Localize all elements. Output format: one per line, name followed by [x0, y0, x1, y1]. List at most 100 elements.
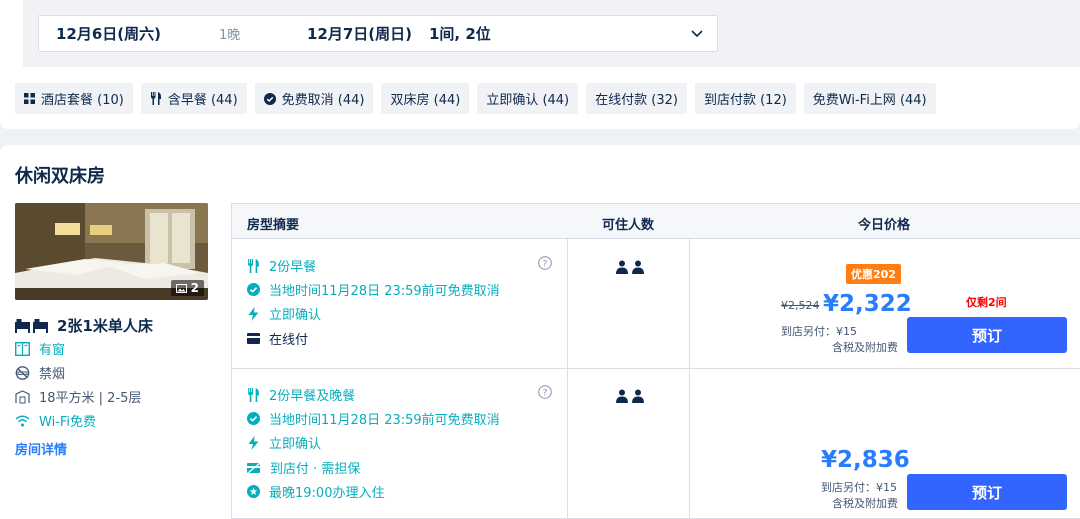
- feature-label: 禁烟: [39, 367, 66, 382]
- room-photo[interactable]: 2: [15, 203, 208, 300]
- filter-label: 酒店套餐 (10): [41, 93, 124, 108]
- check-circle-icon: [247, 283, 260, 296]
- feature-label: 18平方米 | 2-5层: [39, 391, 142, 406]
- image-icon: [175, 283, 187, 293]
- chevron-down-icon[interactable]: [689, 25, 705, 41]
- photo-count-badge: 2: [170, 280, 204, 296]
- filter-twin-room[interactable]: 双床房 (44): [381, 83, 470, 114]
- grid-icon: [24, 93, 35, 104]
- table-row: 2份早餐 ? 当地时间11月28日 23:59前可免费取消 立即确认 在线付 优…: [232, 239, 1080, 369]
- cutlery-icon: [150, 92, 161, 105]
- table-row: 2份早餐及晚餐 ? 当地时间11月28日 23:59前可免费取消 立即确认 到店…: [232, 369, 1080, 519]
- two-person-icon: [616, 260, 644, 274]
- card-guarantee-icon: [247, 462, 261, 473]
- room-details-link[interactable]: 房间详情: [15, 439, 67, 458]
- book-button[interactable]: 预订: [907, 317, 1067, 353]
- room-card: 休闲双床房 2 2张1米单人床 有窗 禁烟 18平方米 | 2-5层 Wi-Fi…: [0, 145, 1080, 519]
- check-circle-icon: [247, 412, 260, 425]
- filter-package[interactable]: 酒店套餐 (10): [15, 83, 133, 114]
- column-divider: [689, 239, 690, 518]
- room-title: 休闲双床房: [15, 166, 105, 187]
- table-header: 房型摘要 可住人数 今日价格: [232, 204, 1080, 239]
- filter-label: 免费取消 (44): [281, 93, 365, 108]
- column-divider: [567, 239, 568, 518]
- search-panel: 12月6日(周六) 1晚 12月7日(周日) 1间, 2位 酒店套餐 (10) …: [0, 0, 1080, 129]
- tax-note: 含税及附加费: [832, 497, 898, 510]
- help-icon[interactable]: ?: [538, 256, 552, 270]
- feature-label: Wi-Fi免费: [39, 415, 97, 430]
- date-guest-selector[interactable]: 12月6日(周六) 1晚 12月7日(周日) 1间, 2位: [38, 15, 718, 52]
- inclusion-label: 最晚19:00办理入住: [269, 486, 385, 501]
- filter-pay-at-hotel[interactable]: 到店付款 (12): [694, 83, 796, 114]
- pay-at-hotel-fee: 到店另付：¥15: [821, 481, 897, 494]
- discount-badge: 优惠202: [846, 264, 901, 284]
- filter-bar: 酒店套餐 (10) 含早餐 (44) 免费取消 (44) 双床房 (44) 立即…: [15, 83, 936, 114]
- filter-label: 双床房 (44): [390, 93, 461, 108]
- inclusion-label: 2份早餐: [269, 260, 317, 275]
- inclusion-label: 立即确认: [269, 308, 322, 323]
- filter-breakfast[interactable]: 含早餐 (44): [140, 83, 247, 114]
- inclusion-label: 当地时间11月28日 23:59前可免费取消: [269, 413, 500, 428]
- filter-label: 在线付款 (32): [595, 93, 678, 108]
- tax-note: 含税及附加费: [832, 341, 898, 354]
- feature-window: 有窗: [15, 339, 65, 358]
- two-person-icon: [616, 389, 644, 403]
- svg-text:?: ?: [543, 260, 548, 270]
- original-price: ¥2,524: [781, 299, 820, 312]
- filter-pay-online[interactable]: 在线付款 (32): [586, 83, 687, 114]
- rooms-left: 仅剩2间: [966, 296, 1007, 309]
- wifi-icon: [15, 415, 30, 426]
- inclusion-free-cancel[interactable]: 当地时间11月28日 23:59前可免费取消: [247, 280, 500, 299]
- photo-count: 2: [190, 281, 199, 295]
- lightning-icon: [248, 435, 259, 450]
- pay-at-hotel-fee: 到店另付：¥15: [781, 325, 857, 338]
- filter-free-wifi[interactable]: 免费Wi-Fi上网 (44): [803, 83, 936, 114]
- help-icon[interactable]: ?: [538, 385, 552, 399]
- inclusion-label: 在线付: [269, 333, 309, 348]
- no-smoking-icon: [15, 365, 30, 380]
- inclusion-pay-online: 在线付: [247, 329, 308, 348]
- cutlery-icon: [248, 387, 259, 402]
- svg-text:?: ?: [543, 389, 548, 399]
- current-price: ¥2,836: [821, 447, 910, 473]
- filter-instant-confirm[interactable]: 立即确认 (44): [477, 83, 579, 114]
- rooms-guests[interactable]: 1间, 2位: [429, 23, 491, 44]
- filter-label: 含早餐 (44): [167, 93, 238, 108]
- header-occupancy: 可住人数: [602, 218, 655, 233]
- filter-label: 免费Wi-Fi上网 (44): [812, 93, 927, 108]
- nights-count: 1晚: [219, 28, 241, 43]
- feature-label: 有窗: [39, 343, 66, 358]
- inclusion-label: 到店付 · 需担保: [270, 462, 361, 477]
- header-price: 今日价格: [858, 218, 911, 233]
- inclusion-label: 2份早餐及晚餐: [269, 389, 356, 404]
- twin-bed-icon: [15, 318, 48, 333]
- book-button[interactable]: 预订: [907, 474, 1067, 510]
- star-circle-icon: [247, 485, 260, 498]
- inclusion-free-cancel[interactable]: 当地时间11月28日 23:59前可免费取消: [247, 409, 500, 428]
- card-icon: [247, 333, 260, 344]
- bed-label: 2张1米单人床: [57, 317, 153, 335]
- filter-label: 立即确认 (44): [486, 93, 570, 108]
- room-size-icon: [15, 389, 30, 403]
- inclusion-label: 当地时间11月28日 23:59前可免费取消: [269, 284, 500, 299]
- current-price: ¥2,322: [823, 291, 912, 317]
- inclusion-breakfast-dinner: 2份早餐及晚餐: [247, 385, 355, 404]
- check-circle-icon: [263, 92, 276, 105]
- inclusion-label: 立即确认: [269, 437, 322, 452]
- checkout-date[interactable]: 12月7日(周日): [307, 23, 412, 44]
- filter-label: 到店付款 (12): [703, 93, 787, 108]
- inclusion-checkin-time: 最晚19:00办理入住: [247, 482, 384, 501]
- window-icon: [15, 341, 30, 356]
- feature-size-floor: 18平方米 | 2-5层: [15, 387, 141, 406]
- feature-nosmoking: 禁烟: [15, 363, 65, 382]
- cutlery-icon: [248, 258, 259, 273]
- bed-type: 2张1米单人床: [15, 315, 153, 336]
- header-summary: 房型摘要: [247, 218, 300, 233]
- inclusion-instant-confirm: 立即确认: [247, 304, 321, 323]
- lightning-icon: [248, 306, 259, 321]
- rate-table: 房型摘要 可住人数 今日价格 2份早餐 ? 当地时间11月28日 23:59前可…: [231, 203, 1080, 519]
- inclusion-instant-confirm: 立即确认: [247, 433, 321, 452]
- checkin-date[interactable]: 12月6日(周六): [56, 23, 161, 44]
- inclusion-breakfast: 2份早餐: [247, 256, 316, 275]
- filter-free-cancel[interactable]: 免费取消 (44): [254, 83, 374, 114]
